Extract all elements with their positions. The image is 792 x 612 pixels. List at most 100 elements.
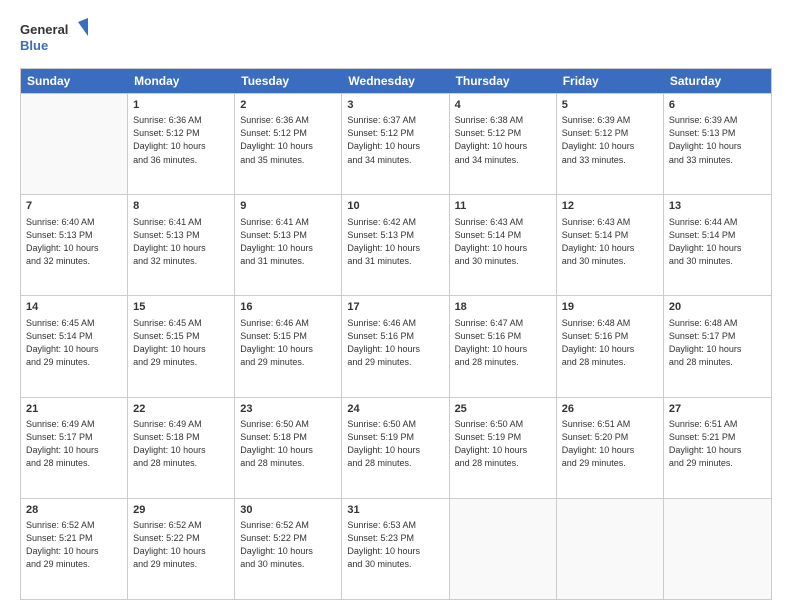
day-info: Sunrise: 6:41 AM Sunset: 5:13 PM Dayligh…: [133, 216, 229, 268]
day-info: Sunrise: 6:39 AM Sunset: 5:12 PM Dayligh…: [562, 114, 658, 166]
day-info: Sunrise: 6:49 AM Sunset: 5:17 PM Dayligh…: [26, 418, 122, 470]
day-info: Sunrise: 6:36 AM Sunset: 5:12 PM Dayligh…: [133, 114, 229, 166]
day-number: 14: [26, 300, 122, 315]
day-number: 8: [133, 199, 229, 214]
day-info: Sunrise: 6:50 AM Sunset: 5:19 PM Dayligh…: [455, 418, 551, 470]
day-info: Sunrise: 6:47 AM Sunset: 5:16 PM Dayligh…: [455, 317, 551, 369]
calendar-cell: 16 Sunrise: 6:46 AM Sunset: 5:15 PM Dayli…: [235, 296, 342, 396]
day-info: Sunrise: 6:48 AM Sunset: 5:17 PM Dayligh…: [669, 317, 766, 369]
logo-svg: General Blue: [20, 18, 90, 58]
calendar-row: 21Sunrise: 6:49 AM Sunset: 5:17 PM Dayli…: [21, 397, 771, 498]
weekday-header: Saturday: [664, 69, 771, 93]
day-number: 10: [347, 199, 443, 214]
calendar-body: 1Sunrise: 6:36 AM Sunset: 5:12 PM Daylig…: [21, 93, 771, 599]
day-info: Sunrise: 6:40 AM Sunset: 5:13 PM Dayligh…: [26, 216, 122, 268]
day-number: 1: [133, 98, 229, 113]
calendar-cell: 17 Sunrise: 6:46 AM Sunset: 5:16 PM Dayli…: [342, 296, 449, 396]
calendar: SundayMondayTuesdayWednesdayThursdayFrid…: [20, 68, 772, 600]
calendar-header: SundayMondayTuesdayWednesdayThursdayFrid…: [21, 69, 771, 93]
calendar-cell: 6Sunrise: 6:39 AM Sunset: 5:13 PM Daylig…: [664, 94, 771, 194]
day-number: 7: [26, 199, 122, 214]
calendar-cell: 29Sunrise: 6:52 AM Sunset: 5:22 PM Dayli…: [128, 499, 235, 599]
day-number: 23: [240, 402, 336, 417]
day-number: 12: [562, 199, 658, 214]
weekday-header: Monday: [128, 69, 235, 93]
day-number: 21: [26, 402, 122, 417]
calendar-cell: 12Sunrise: 6:43 AM Sunset: 5:14 PM Dayli…: [557, 195, 664, 295]
calendar-cell: [450, 499, 557, 599]
page: General Blue SundayMondayTuesdayWednesda…: [0, 0, 792, 612]
calendar-cell: 20 Sunrise: 6:48 AM Sunset: 5:17 PM Dayli…: [664, 296, 771, 396]
calendar-cell: 14 Sunrise: 6:45 AM Sunset: 5:14 PM Dayli…: [21, 296, 128, 396]
weekday-header: Tuesday: [235, 69, 342, 93]
day-number: 4: [455, 98, 551, 113]
logo: General Blue: [20, 18, 90, 58]
day-number: 17: [347, 300, 443, 315]
day-info: Sunrise: 6:48 AM Sunset: 5:16 PM Dayligh…: [562, 317, 658, 369]
calendar-cell: 25Sunrise: 6:50 AM Sunset: 5:19 PM Dayli…: [450, 398, 557, 498]
calendar-cell: 11 Sunrise: 6:43 AM Sunset: 5:14 PM Dayli…: [450, 195, 557, 295]
calendar-cell: 5Sunrise: 6:39 AM Sunset: 5:12 PM Daylig…: [557, 94, 664, 194]
day-info: Sunrise: 6:38 AM Sunset: 5:12 PM Dayligh…: [455, 114, 551, 166]
calendar-cell: 30Sunrise: 6:52 AM Sunset: 5:22 PM Dayli…: [235, 499, 342, 599]
day-info: Sunrise: 6:51 AM Sunset: 5:21 PM Dayligh…: [669, 418, 766, 470]
day-number: 16: [240, 300, 336, 315]
day-number: 29: [133, 503, 229, 518]
day-info: Sunrise: 6:52 AM Sunset: 5:21 PM Dayligh…: [26, 519, 122, 571]
calendar-cell: 26Sunrise: 6:51 AM Sunset: 5:20 PM Dayli…: [557, 398, 664, 498]
calendar-cell: 8 Sunrise: 6:41 AM Sunset: 5:13 PM Daylig…: [128, 195, 235, 295]
calendar-cell: 22Sunrise: 6:49 AM Sunset: 5:18 PM Dayli…: [128, 398, 235, 498]
day-info: Sunrise: 6:43 AM Sunset: 5:14 PM Dayligh…: [455, 216, 551, 268]
calendar-cell: 3Sunrise: 6:37 AM Sunset: 5:12 PM Daylig…: [342, 94, 449, 194]
day-info: Sunrise: 6:37 AM Sunset: 5:12 PM Dayligh…: [347, 114, 443, 166]
day-number: 19: [562, 300, 658, 315]
day-info: Sunrise: 6:46 AM Sunset: 5:15 PM Dayligh…: [240, 317, 336, 369]
svg-text:General: General: [20, 22, 68, 37]
day-info: Sunrise: 6:53 AM Sunset: 5:23 PM Dayligh…: [347, 519, 443, 571]
calendar-cell: 10Sunrise: 6:42 AM Sunset: 5:13 PM Dayli…: [342, 195, 449, 295]
calendar-row: 7 Sunrise: 6:40 AM Sunset: 5:13 PM Daylig…: [21, 194, 771, 295]
day-number: 3: [347, 98, 443, 113]
calendar-cell: 1Sunrise: 6:36 AM Sunset: 5:12 PM Daylig…: [128, 94, 235, 194]
calendar-cell: 19 Sunrise: 6:48 AM Sunset: 5:16 PM Dayli…: [557, 296, 664, 396]
day-number: 26: [562, 402, 658, 417]
day-number: 22: [133, 402, 229, 417]
calendar-cell: 13Sunrise: 6:44 AM Sunset: 5:14 PM Dayli…: [664, 195, 771, 295]
calendar-cell: 27Sunrise: 6:51 AM Sunset: 5:21 PM Dayli…: [664, 398, 771, 498]
day-info: Sunrise: 6:51 AM Sunset: 5:20 PM Dayligh…: [562, 418, 658, 470]
day-info: Sunrise: 6:45 AM Sunset: 5:15 PM Dayligh…: [133, 317, 229, 369]
calendar-row: 28Sunrise: 6:52 AM Sunset: 5:21 PM Dayli…: [21, 498, 771, 599]
calendar-cell: 18 Sunrise: 6:47 AM Sunset: 5:16 PM Dayli…: [450, 296, 557, 396]
calendar-cell: 2Sunrise: 6:36 AM Sunset: 5:12 PM Daylig…: [235, 94, 342, 194]
day-number: 30: [240, 503, 336, 518]
day-info: Sunrise: 6:46 AM Sunset: 5:16 PM Dayligh…: [347, 317, 443, 369]
day-info: Sunrise: 6:39 AM Sunset: 5:13 PM Dayligh…: [669, 114, 766, 166]
calendar-cell: [557, 499, 664, 599]
day-number: 18: [455, 300, 551, 315]
day-number: 9: [240, 199, 336, 214]
day-number: 11: [455, 199, 551, 214]
day-number: 2: [240, 98, 336, 113]
weekday-header: Thursday: [450, 69, 557, 93]
calendar-cell: 4Sunrise: 6:38 AM Sunset: 5:12 PM Daylig…: [450, 94, 557, 194]
weekday-header: Friday: [557, 69, 664, 93]
day-number: 27: [669, 402, 766, 417]
calendar-cell: 24Sunrise: 6:50 AM Sunset: 5:19 PM Dayli…: [342, 398, 449, 498]
calendar-cell: [664, 499, 771, 599]
day-info: Sunrise: 6:45 AM Sunset: 5:14 PM Dayligh…: [26, 317, 122, 369]
header: General Blue: [20, 18, 772, 58]
calendar-cell: 15 Sunrise: 6:45 AM Sunset: 5:15 PM Dayli…: [128, 296, 235, 396]
day-info: Sunrise: 6:50 AM Sunset: 5:19 PM Dayligh…: [347, 418, 443, 470]
calendar-cell: 28Sunrise: 6:52 AM Sunset: 5:21 PM Dayli…: [21, 499, 128, 599]
day-number: 15: [133, 300, 229, 315]
calendar-cell: 23Sunrise: 6:50 AM Sunset: 5:18 PM Dayli…: [235, 398, 342, 498]
day-info: Sunrise: 6:50 AM Sunset: 5:18 PM Dayligh…: [240, 418, 336, 470]
day-number: 6: [669, 98, 766, 113]
day-number: 20: [669, 300, 766, 315]
day-number: 25: [455, 402, 551, 417]
day-number: 13: [669, 199, 766, 214]
calendar-cell: [21, 94, 128, 194]
day-info: Sunrise: 6:52 AM Sunset: 5:22 PM Dayligh…: [240, 519, 336, 571]
calendar-cell: 31Sunrise: 6:53 AM Sunset: 5:23 PM Dayli…: [342, 499, 449, 599]
day-info: Sunrise: 6:52 AM Sunset: 5:22 PM Dayligh…: [133, 519, 229, 571]
